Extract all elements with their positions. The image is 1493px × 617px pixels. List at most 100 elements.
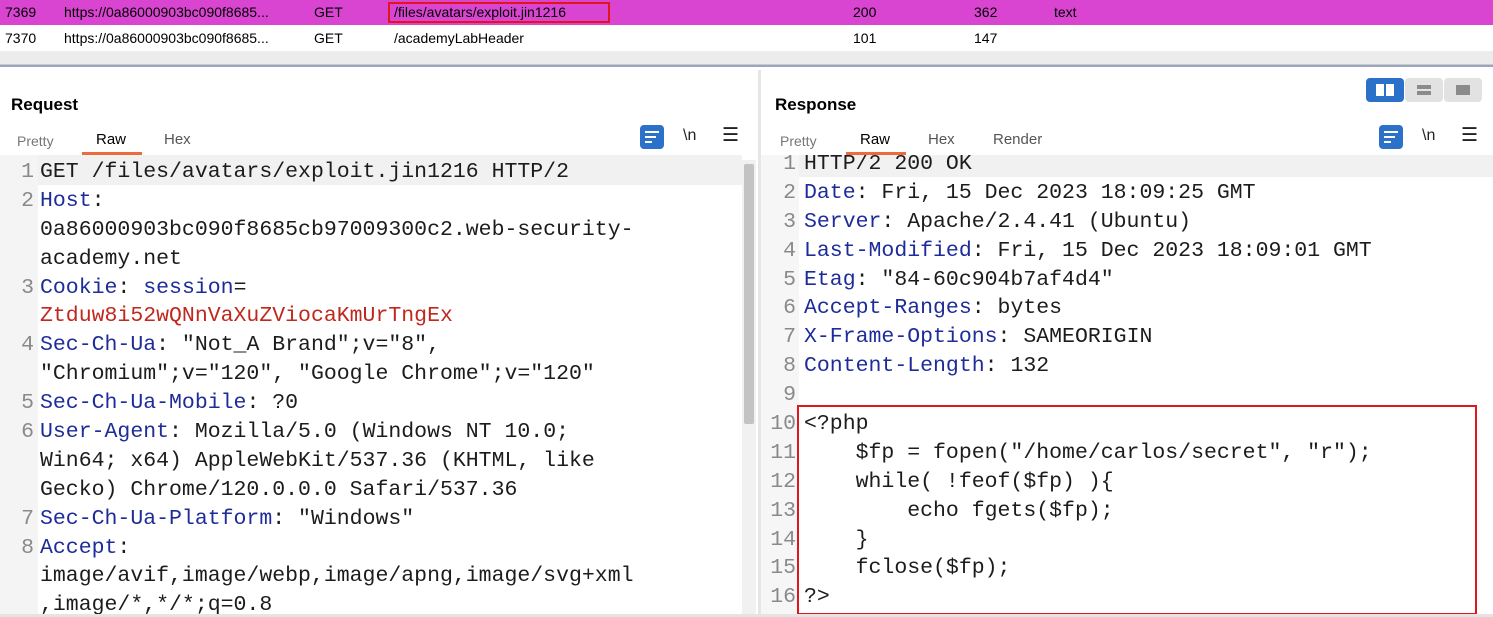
line-number: 7 [783,325,796,350]
header-name: Server [804,209,882,234]
menu-icon[interactable]: ☰ [1461,124,1478,147]
response-tab-render[interactable]: Render [993,131,1042,148]
header-value: GET /files/avatars/exploit.jin1216 HTTP/… [40,160,569,184]
line-content: Cookie: session= [40,274,246,303]
code-line: 1 GET /files/avatars/exploit.jin1216 HTTP… [0,158,758,187]
header-value: : [117,535,131,560]
line-content: Date: Fri, 15 Dec 2023 18:09:25 GMT [804,179,1256,208]
header-value: : [117,275,144,300]
layout-top-bottom-icon[interactable] [1405,78,1443,102]
line-number: 15 [770,556,796,581]
request-tab-hex[interactable]: Hex [164,131,191,148]
header-value: : bytes [971,296,1063,321]
history-num: 7370 [5,30,37,46]
word-wrap-icon[interactable] [1379,125,1403,149]
history-method: GET [314,4,343,20]
line-number: 1 [21,160,34,184]
line-content: Host: [40,187,105,216]
line-content: Sec-Ch-Ua-Platform: "Windows" [40,505,414,534]
header-value: : Fri, 15 Dec 2023 18:09:01 GMT [971,238,1372,263]
line-content: "Chromium";v="120", "Google Chrome";v="1… [40,360,595,389]
menu-icon[interactable]: ☰ [722,124,739,147]
code-line: Win64; x64) AppleWebKit/537.36 (KHTML, l… [0,447,758,476]
code-line: 7 Sec-Ch-Ua-Platform: "Windows" [0,505,758,534]
code-line: 8 Accept: [0,534,758,563]
code-line: 5 Sec-Ch-Ua-Mobile: ?0 [0,389,758,418]
code-line: image/avif,image/webp,image/apng,image/s… [0,562,758,591]
line-content: X-Frame-Options: SAMEORIGIN [804,323,1152,352]
history-url: /academyLabHeader [394,30,524,46]
cookie-name: session [143,275,234,300]
layout-tabs-icon[interactable] [1444,78,1482,102]
line-number: 12 [770,469,796,494]
code-line: 3 Server: Apache/2.4.41 (Ubuntu) [761,208,1493,237]
code-line: 4 Last-Modified: Fri, 15 Dec 2023 18:09:0… [761,237,1493,266]
header-value: : 132 [984,354,1050,379]
header-value: : "Windows" [272,506,415,531]
line-content: Sec-Ch-Ua: "Not_A Brand";v="8", [40,331,440,360]
header-name: Etag [804,267,856,292]
line-content: Win64; x64) AppleWebKit/537.36 (KHTML, l… [40,447,595,476]
request-tab-raw[interactable]: Raw [81,131,143,155]
code-line: 0a86000903bc090f8685cb97009300c2.web-sec… [0,216,758,245]
history-row-selected[interactable]: 7369 https://0a86000903bc090f8685... GET… [0,0,1493,25]
line-content: Server: Apache/2.4.41 (Ubuntu) [804,208,1191,237]
header-name: Sec-Ch-Ua-Mobile [40,391,247,416]
history-status: 101 [853,30,877,46]
word-wrap-icon[interactable] [640,125,664,149]
header-value: image/avif,image/webp,image/apng,image/s… [40,564,634,589]
response-tab-pretty[interactable]: Pretty [780,133,817,149]
history-empty-area [0,51,1493,65]
line-number: 2 [783,180,796,205]
code-line: Gecko) Chrome/120.0.0.0 Safari/537.36 [0,476,758,505]
response-tab-hex[interactable]: Hex [928,131,955,148]
code-line: 4 Sec-Ch-Ua: "Not_A Brand";v="8", [0,331,758,360]
line-content: Accept: [40,534,130,563]
header-value: : ?0 [246,391,299,416]
header-value: : "84-60c904b7af4d4" [855,267,1114,292]
header-name: Sec-Ch-Ua [40,333,157,358]
history-status: 200 [853,4,877,20]
code-line: 8 Content-Length: 132 [761,352,1493,381]
newline-icon[interactable]: \n [1422,127,1435,145]
php-code-highlight-box [797,405,1477,615]
line-content: academy.net [40,245,182,274]
cookie-value: Ztduw8i52wQNnVaXuZViocaKmUrTngEx [40,304,453,329]
line-content: HTTP/2 200 OK [804,155,972,179]
line-content: Ztduw8i52wQNnVaXuZViocaKmUrTngEx [40,302,453,331]
line-number: 6 [783,296,796,321]
request-tab-pretty[interactable]: Pretty [17,133,54,149]
history-length: 362 [974,4,998,20]
header-value: academy.net [40,246,182,271]
response-title: Response [775,95,857,114]
history-length: 147 [974,30,998,46]
splitter-line[interactable] [0,65,1493,67]
line-content: Gecko) Chrome/120.0.0.0 Safari/537.36 [40,476,517,505]
code-line: Ztduw8i52wQNnVaXuZViocaKmUrTngEx [0,302,758,331]
request-editor[interactable]: 1 GET /files/avatars/exploit.jin1216 HTTP… [0,155,758,617]
header-value: Win64; x64) AppleWebKit/537.36 (KHTML, l… [40,448,595,473]
request-scrollbar-thumb[interactable] [744,164,754,424]
newline-icon[interactable]: \n [683,127,696,145]
response-tab-raw[interactable]: Raw [845,131,907,155]
code-line: "Chromium";v="120", "Google Chrome";v="1… [0,360,758,389]
line-number: 7 [21,506,34,531]
header-name: Accept [40,535,118,560]
header-name: Host [40,188,92,213]
layout-side-by-side-icon[interactable] [1366,78,1404,102]
header-value: Gecko) Chrome/120.0.0.0 Safari/537.36 [40,477,518,502]
line-number: 4 [783,238,796,263]
line-number: 13 [770,498,796,523]
line-content: Accept-Ranges: bytes [804,294,1062,323]
line-number: 5 [21,391,34,416]
header-name: Date [804,180,856,205]
history-row[interactable]: 7370 https://0a86000903bc090f8685... GET… [0,26,1493,51]
layout-switcher [1366,78,1482,102]
line-content: 0a86000903bc090f8685cb97009300c2.web-sec… [40,216,634,245]
header-name: User-Agent [40,420,170,445]
header-name: Cookie [40,275,118,300]
header-value: HTTP/2 200 OK [804,155,972,176]
header-name: Last-Modified [804,238,972,263]
header-value: 0a86000903bc090f8685cb97009300c2.web-sec… [40,217,634,242]
line-content: Last-Modified: Fri, 15 Dec 2023 18:09:01… [804,237,1372,266]
